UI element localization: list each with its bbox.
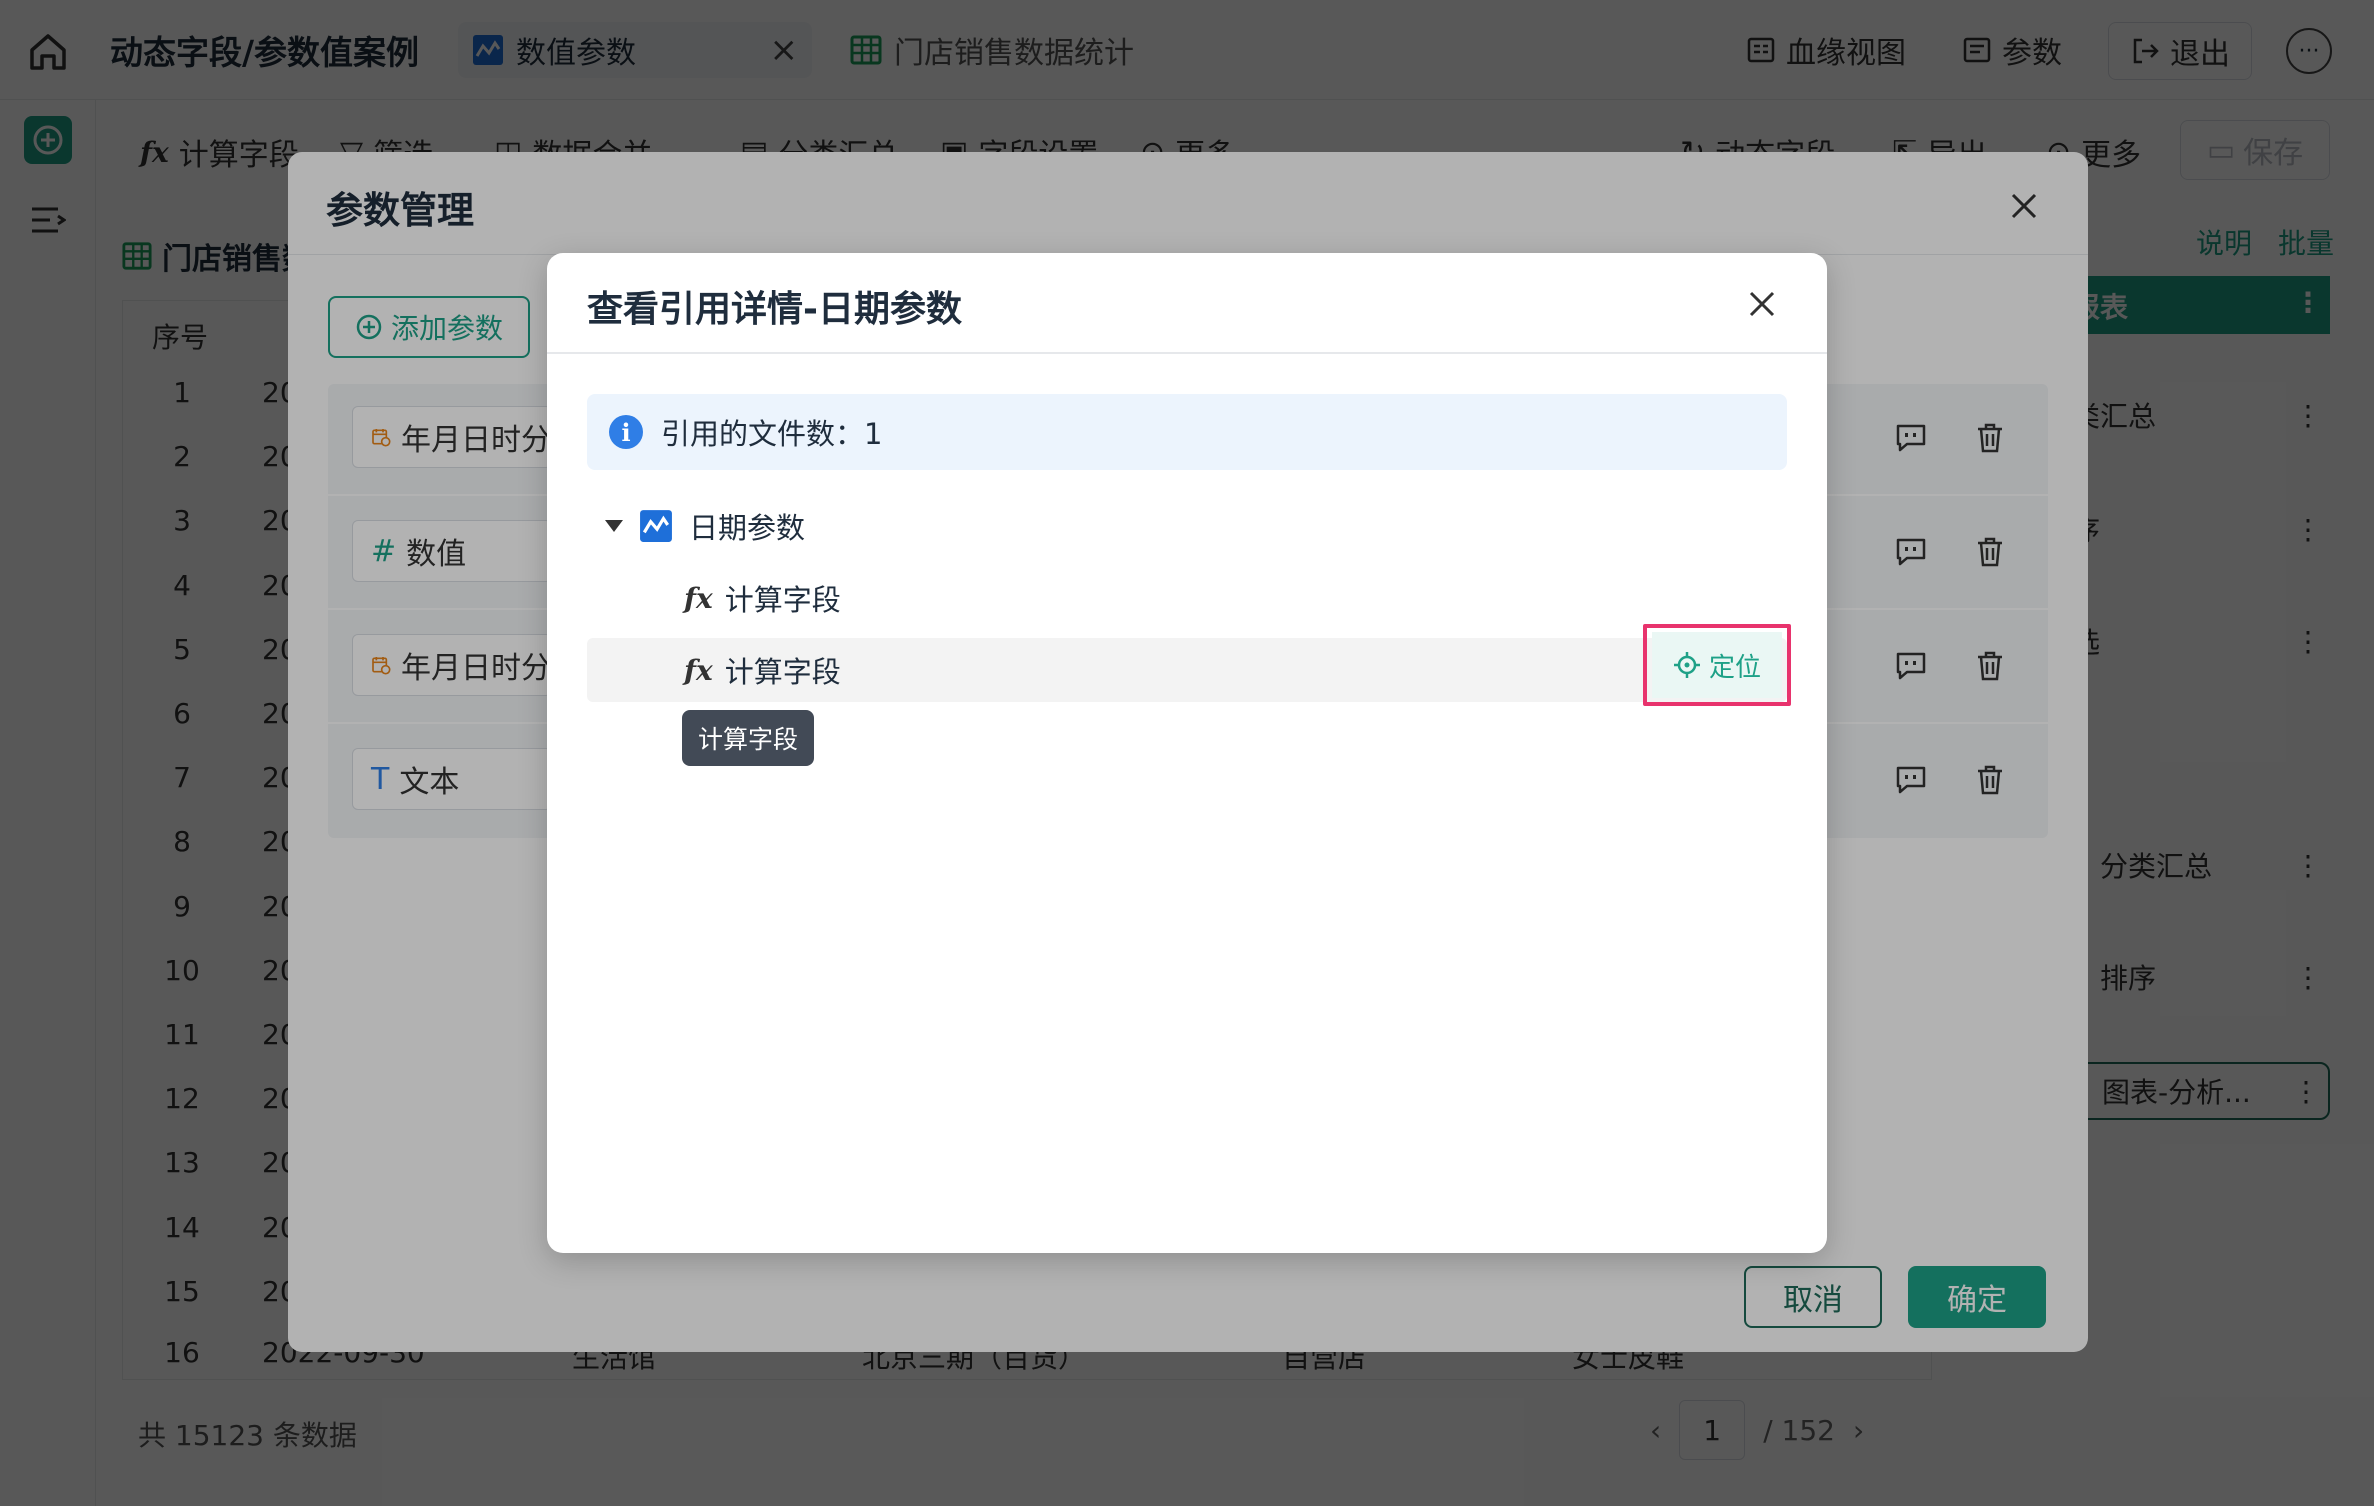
- highlight-box: [1643, 624, 1791, 706]
- line-chart-icon: [640, 510, 672, 542]
- info-icon: i: [609, 415, 643, 449]
- tree-node-date-param[interactable]: 日期参数: [605, 504, 805, 548]
- tooltip: 计算字段: [682, 710, 815, 766]
- divider: [547, 352, 1827, 354]
- tree-node-calc-field[interactable]: fx 计算字段: [684, 576, 841, 620]
- tree-node-calc-field[interactable]: fx 计算字段: [684, 648, 841, 692]
- dialog-title: 查看引用详情-日期参数: [587, 289, 962, 330]
- reference-count-banner: i 引用的文件数：1: [587, 394, 1787, 470]
- fx-icon: fx: [684, 653, 713, 687]
- caret-down-icon[interactable]: [605, 520, 623, 532]
- close-icon[interactable]: [1742, 284, 1782, 324]
- fx-icon: fx: [684, 581, 713, 615]
